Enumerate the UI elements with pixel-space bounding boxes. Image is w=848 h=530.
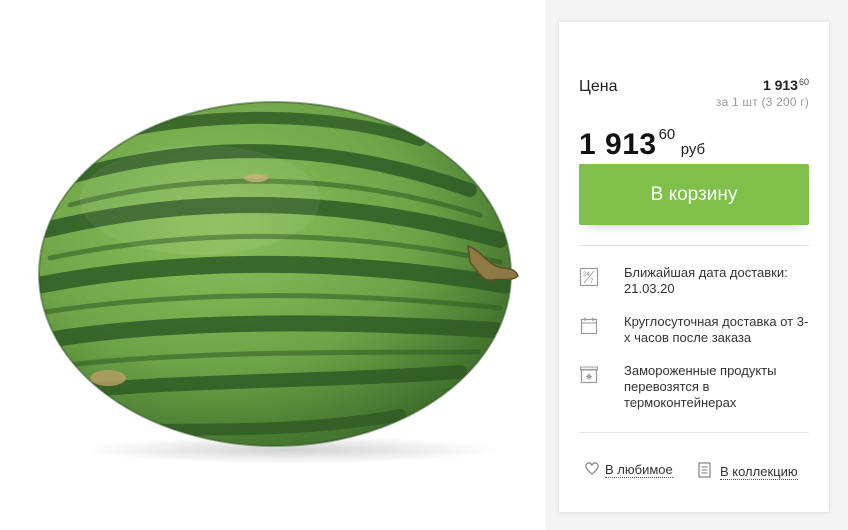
calendar-24-7-icon: 24 7 bbox=[579, 267, 601, 289]
info-text-delivery-date: Ближайшая дата доставки: 21.03.20 bbox=[624, 265, 788, 296]
total-price: 1 913 60 руб bbox=[579, 126, 705, 162]
freezer-box-icon bbox=[579, 365, 601, 387]
divider bbox=[579, 245, 809, 246]
info-item-24h-delivery: Круглосуточная доставка от 3-х часов пос… bbox=[579, 314, 809, 346]
add-to-collection-link[interactable]: В коллекцию bbox=[698, 462, 798, 481]
purchase-panel: Цена 1 91360 за 1 шт (3 200 г) 1 913 60 р… bbox=[559, 22, 829, 512]
info-text-24h-delivery: Круглосуточная доставка от 3-х часов пос… bbox=[624, 314, 809, 345]
unit-price-block: 1 91360 за 1 шт (3 200 г) bbox=[716, 77, 809, 109]
add-to-favorites-link[interactable]: В любимое bbox=[585, 462, 673, 478]
unit-note: за 1 шт (3 200 г) bbox=[715, 95, 809, 109]
price-kop: 60 bbox=[658, 126, 676, 143]
product-image-area bbox=[0, 0, 545, 530]
unit-price: 1 91360 bbox=[716, 77, 809, 93]
info-text-frozen-products: Замороженные продукты перевозятся в терм… bbox=[624, 363, 777, 410]
price-heading: Цена bbox=[579, 78, 618, 95]
collection-label: В коллекцию bbox=[720, 463, 798, 480]
unit-price-int: 1 913 bbox=[762, 77, 798, 93]
collection-list-icon bbox=[698, 462, 711, 481]
clock-calendar-icon bbox=[579, 316, 601, 338]
unit-price-kop: 60 bbox=[798, 77, 809, 87]
svg-text:7: 7 bbox=[590, 279, 594, 285]
delivery-info-list: 24 7 Ближайшая дата доставки: 21.03.20 К… bbox=[579, 265, 809, 411]
price-int: 1 913 bbox=[579, 128, 657, 161]
add-to-cart-button[interactable]: В корзину bbox=[579, 164, 809, 225]
info-item-delivery-date: 24 7 Ближайшая дата доставки: 21.03.20 bbox=[579, 265, 809, 297]
heart-icon bbox=[585, 462, 599, 478]
divider bbox=[579, 432, 809, 433]
favorites-label: В любимое bbox=[605, 462, 673, 478]
info-item-frozen-products: Замороженные продукты перевозятся в терм… bbox=[579, 363, 809, 411]
price-currency: руб bbox=[680, 141, 706, 158]
watermelon-image bbox=[38, 101, 519, 464]
